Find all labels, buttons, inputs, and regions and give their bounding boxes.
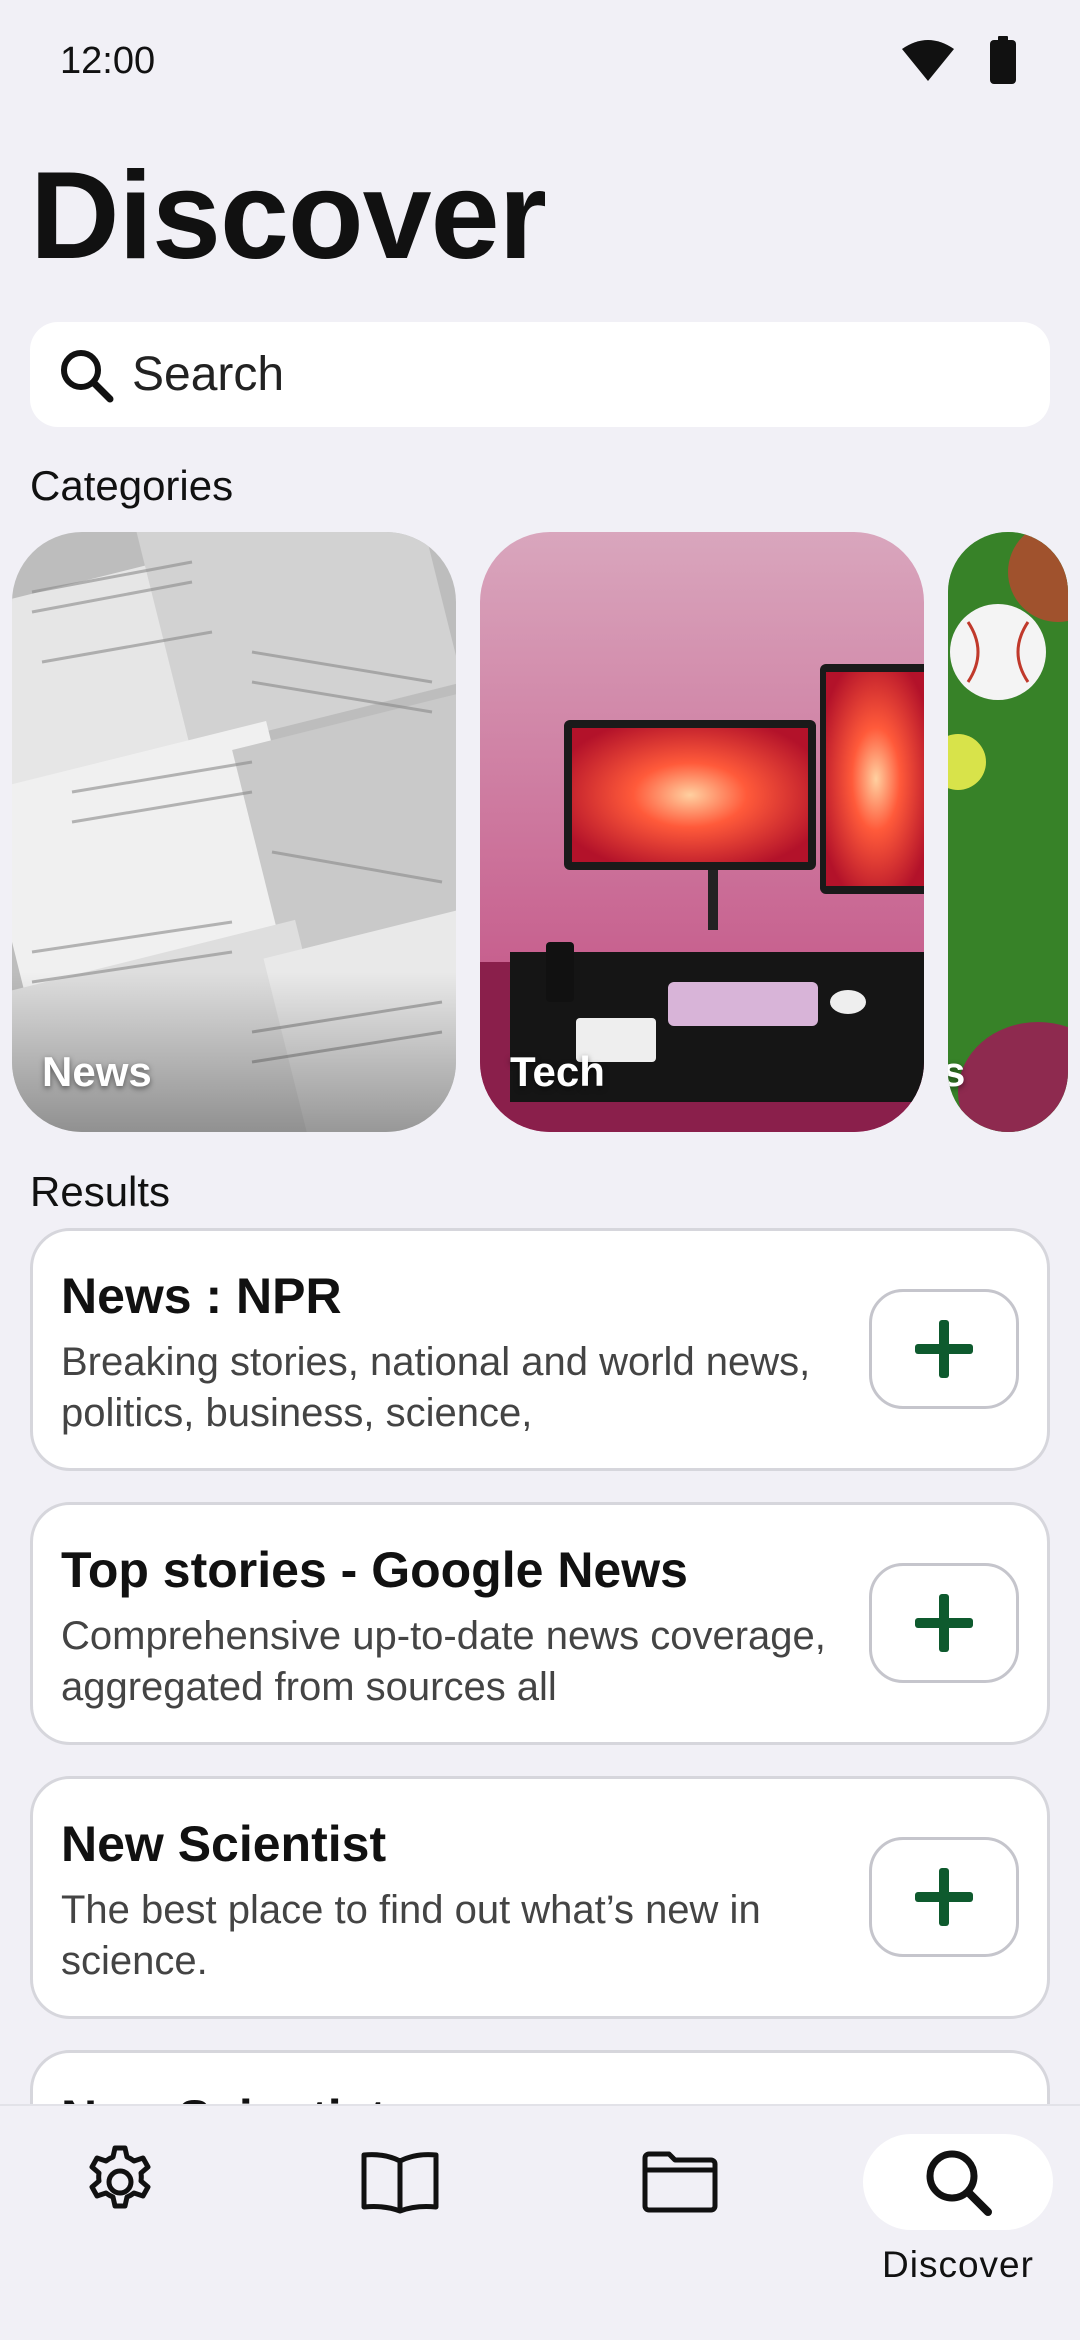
search-icon <box>61 349 114 402</box>
result-description: The best place to find out what’s new in… <box>61 1888 761 1983</box>
battery-icon <box>990 36 1016 84</box>
category-label: Tech <box>510 1048 605 1095</box>
plus-icon <box>915 1594 973 1652</box>
category-card-news[interactable]: News <box>12 532 456 1132</box>
gear-icon <box>89 2145 151 2209</box>
nav-label: Discover <box>882 2244 1034 2285</box>
add-button[interactable] <box>869 1563 1019 1683</box>
nav-folders[interactable] <box>580 2134 780 2314</box>
category-label: News <box>42 1048 152 1095</box>
baseball-image <box>948 532 1068 1132</box>
plus-icon <box>915 1868 973 1926</box>
folder-icon <box>642 2151 718 2213</box>
categories-heading: Categories <box>30 462 234 509</box>
page-title: Discover <box>30 147 547 285</box>
newspaper-image <box>12 532 456 1132</box>
result-title: News : NPR <box>61 1268 342 1324</box>
search-bar[interactable] <box>30 322 1050 427</box>
result-title: Top stories - Google News <box>61 1542 688 1598</box>
search-icon <box>926 2150 992 2216</box>
nav-pill <box>25 2134 215 2230</box>
result-description: Breaking stories, national and world new… <box>61 1340 811 1435</box>
result-card[interactable]: New Scientist The best place to find out… <box>30 1776 1050 2019</box>
search-input[interactable] <box>132 347 1012 402</box>
add-button[interactable] <box>869 1289 1019 1409</box>
nav-pill <box>585 2134 775 2230</box>
result-card[interactable]: Top stories - Google News Comprehensive … <box>30 1502 1050 1745</box>
nav-discover[interactable]: Discover <box>858 2134 1058 2314</box>
status-icons <box>900 36 1016 84</box>
desk-setup-image <box>480 532 924 1132</box>
nav-pill <box>305 2134 495 2230</box>
nav-settings[interactable] <box>20 2134 220 2314</box>
book-icon <box>361 2152 439 2214</box>
bottom-nav: Discover <box>0 2104 1080 2340</box>
category-card-sports[interactable]: s <box>948 532 1068 1132</box>
status-bar: 12:00 <box>0 0 1080 125</box>
nav-library[interactable] <box>300 2134 500 2314</box>
category-card-tech[interactable]: Tech <box>480 532 924 1132</box>
add-button[interactable] <box>869 1837 1019 1957</box>
categories-carousel[interactable]: News Tech s <box>12 532 1080 1132</box>
results-heading: Results <box>30 1168 171 1215</box>
nav-pill-active <box>863 2134 1053 2230</box>
wifi-icon <box>902 40 954 81</box>
category-label: s <box>948 1048 966 1095</box>
plus-icon <box>915 1320 973 1378</box>
result-card[interactable]: News : NPR Breaking stories, national an… <box>30 1228 1050 1471</box>
result-title: New Scientist <box>61 1816 387 1872</box>
result-description: Comprehensive up-to-date news coverage, … <box>61 1614 826 1709</box>
status-time: 12:00 <box>60 40 156 82</box>
